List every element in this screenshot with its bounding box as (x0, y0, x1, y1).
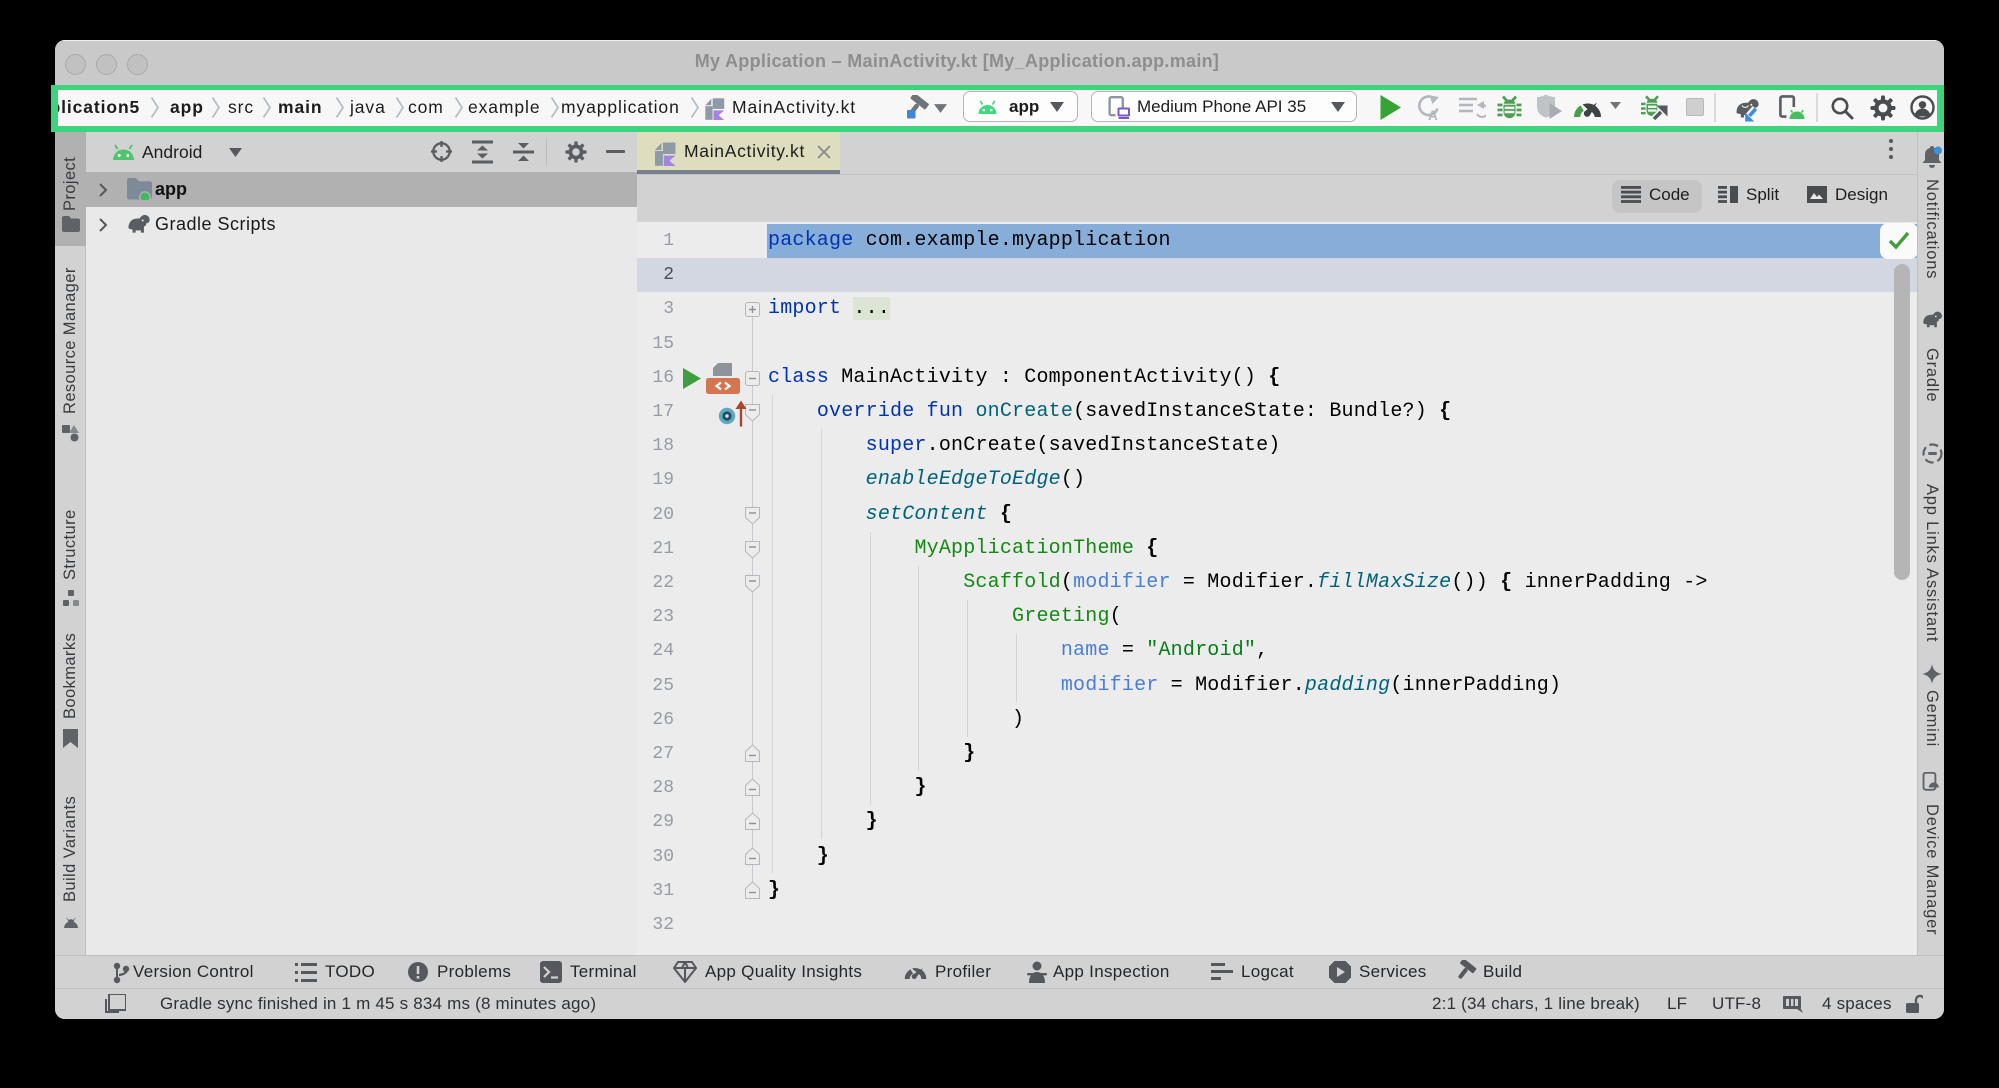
svg-text:A: A (1428, 108, 1438, 120)
